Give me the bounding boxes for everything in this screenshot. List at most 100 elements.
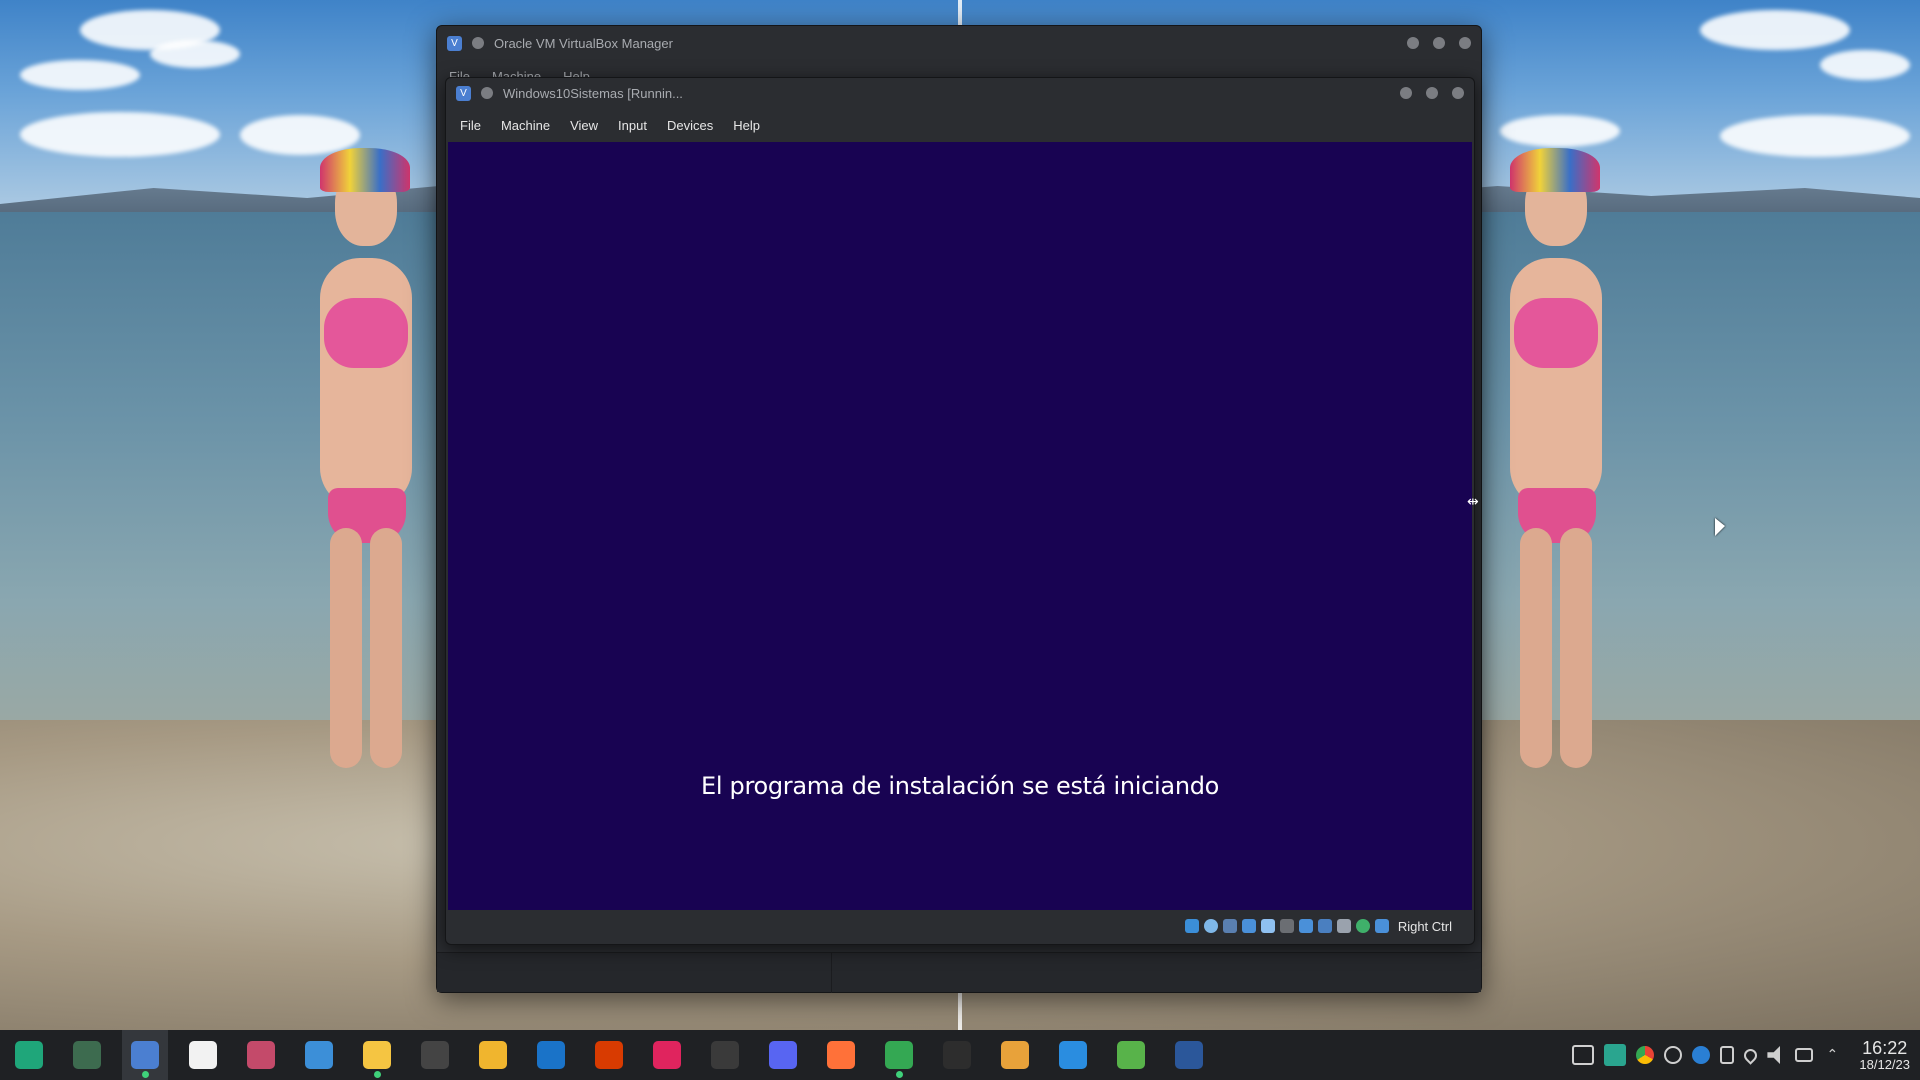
network-tray-icon[interactable] [1795, 1048, 1814, 1062]
vm-menu-file[interactable]: File [450, 118, 491, 133]
usb-icon[interactable] [1260, 919, 1275, 933]
virtualbox-icon[interactable]: V [447, 35, 462, 51]
taskbar-vscode-button[interactable] [1050, 1030, 1096, 1080]
taskbar-manjaro-menu-button[interactable] [6, 1030, 52, 1080]
clock-date: 18/12/23 [1859, 1056, 1910, 1072]
keyboard-icon[interactable] [1374, 919, 1389, 933]
host-key-label: Right Ctrl [1397, 918, 1452, 934]
cpu-icon[interactable] [1336, 919, 1351, 933]
close-button[interactable] [1452, 87, 1464, 99]
pin-button[interactable] [481, 87, 493, 99]
software-store-icon [189, 1041, 217, 1069]
display-icon[interactable] [1298, 919, 1313, 933]
taskbar-inkscape-button[interactable] [412, 1030, 458, 1080]
manjaro-menu-icon [15, 1041, 43, 1069]
taskbar-firefox-button[interactable] [818, 1030, 864, 1080]
vm-statusbar: Right Ctrl [448, 910, 1472, 942]
optical-disk-icon[interactable] [1203, 919, 1218, 933]
media-player-icon [653, 1041, 681, 1069]
mouse-cursor-icon [1715, 518, 1725, 536]
setup-starting-message: El programa de instalación se está inici… [700, 772, 1220, 800]
vm-menu-devices[interactable]: Devices [657, 118, 723, 133]
office-icon [595, 1041, 623, 1069]
taskbar-folder-button[interactable] [470, 1030, 516, 1080]
taskbar-terminal-button[interactable] [934, 1030, 980, 1080]
taskbar: ⌃ 16:22 18/12/23 [0, 1030, 1920, 1080]
discord-icon [769, 1041, 797, 1069]
show-desktop-icon[interactable] [1572, 1045, 1595, 1065]
panel-splitter[interactable] [831, 953, 832, 993]
taskbar-virtualbox-button[interactable] [122, 1030, 168, 1080]
vm-menu-view[interactable]: View [560, 118, 608, 133]
virtualbox-icon[interactable]: V [456, 85, 471, 101]
wallpaper-cloud [20, 60, 140, 90]
maximize-button[interactable] [1433, 37, 1445, 49]
vm-menu-machine[interactable]: Machine [491, 118, 560, 133]
vm-window[interactable]: V Windows10Sistemas [Runnin... File Mach… [445, 77, 1479, 945]
location-icon[interactable] [1741, 1045, 1761, 1065]
minimize-button[interactable] [1400, 87, 1412, 99]
firefox-icon [827, 1041, 855, 1069]
taskbar-archive-button[interactable] [992, 1030, 1038, 1080]
recording-icon[interactable] [1317, 919, 1332, 933]
taskbar-package-button[interactable] [1108, 1030, 1154, 1080]
manager-bottom-panel [437, 952, 1481, 993]
bluetooth-icon[interactable] [1692, 1046, 1711, 1064]
wallpaper-person-left [290, 148, 440, 768]
inkscape-icon [421, 1041, 449, 1069]
network-icon[interactable] [1241, 919, 1256, 933]
taskbar-word-button[interactable] [1166, 1030, 1212, 1080]
system-monitor-icon [73, 1041, 101, 1069]
taskbar-outlook-button[interactable] [528, 1030, 574, 1080]
resize-handle-icon[interactable]: ⇹ [1467, 493, 1479, 510]
manager-titlebar[interactable]: V Oracle VM VirtualBox Manager [437, 26, 1481, 60]
sync-icon[interactable] [1664, 1046, 1683, 1064]
taskbar-media-player-button[interactable] [644, 1030, 690, 1080]
minimize-button[interactable] [1407, 37, 1419, 49]
taskbar-system-monitor-button[interactable] [64, 1030, 110, 1080]
wallpaper-cloud [1500, 115, 1620, 147]
obs-icon [711, 1041, 739, 1069]
taskbar-software-store-button[interactable] [180, 1030, 226, 1080]
expand-tray-icon[interactable]: ⌃ [1823, 1046, 1841, 1064]
wallpaper-cloud [1700, 10, 1850, 50]
manager-title: Oracle VM VirtualBox Manager [494, 35, 673, 51]
pin-button[interactable] [472, 37, 484, 49]
vm-menubar: File Machine View Input Devices Help [446, 108, 1474, 142]
hard-disk-icon[interactable] [1184, 919, 1199, 933]
taskbar-video-player-button[interactable] [238, 1030, 284, 1080]
close-button[interactable] [1459, 37, 1471, 49]
video-player-icon [247, 1041, 275, 1069]
system-tray: ⌃ 16:22 18/12/23 [1572, 1030, 1910, 1080]
vm-menu-help[interactable]: Help [723, 118, 770, 133]
audio-icon[interactable] [1222, 919, 1237, 933]
vm-title: Windows10Sistemas [Runnin... [503, 85, 683, 101]
taskbar-chrome-button[interactable] [876, 1030, 922, 1080]
workspace-icon[interactable] [1604, 1044, 1627, 1066]
taskbar-obs-button[interactable] [702, 1030, 748, 1080]
taskbar-discord-button[interactable] [760, 1030, 806, 1080]
vm-display[interactable]: El programa de instalación se está inici… [448, 142, 1472, 910]
maximize-button[interactable] [1426, 87, 1438, 99]
vscode-icon [1059, 1041, 1087, 1069]
taskbar-office-button[interactable] [586, 1030, 632, 1080]
mouse-integration-icon[interactable] [1355, 919, 1370, 933]
folder-icon [479, 1041, 507, 1069]
running-indicator [895, 1071, 903, 1078]
package-icon [1117, 1041, 1145, 1069]
vm-menu-input[interactable]: Input [608, 118, 657, 133]
notes-icon [305, 1041, 333, 1069]
vm-titlebar[interactable]: V Windows10Sistemas [Runnin... [446, 78, 1474, 108]
shared-folder-icon[interactable] [1279, 919, 1294, 933]
taskbar-notes-button[interactable] [296, 1030, 342, 1080]
taskbar-file-manager-button[interactable] [354, 1030, 400, 1080]
clipboard-icon[interactable] [1720, 1046, 1735, 1064]
clock[interactable]: 16:22 18/12/23 [1859, 1038, 1910, 1072]
word-icon [1175, 1041, 1203, 1069]
archive-icon [1001, 1041, 1029, 1069]
running-indicator [373, 1071, 381, 1078]
volume-icon[interactable] [1767, 1046, 1780, 1064]
running-indicator [141, 1071, 149, 1078]
taskbar-apps [6, 1030, 1224, 1080]
chrome-tray-icon[interactable] [1636, 1046, 1655, 1064]
